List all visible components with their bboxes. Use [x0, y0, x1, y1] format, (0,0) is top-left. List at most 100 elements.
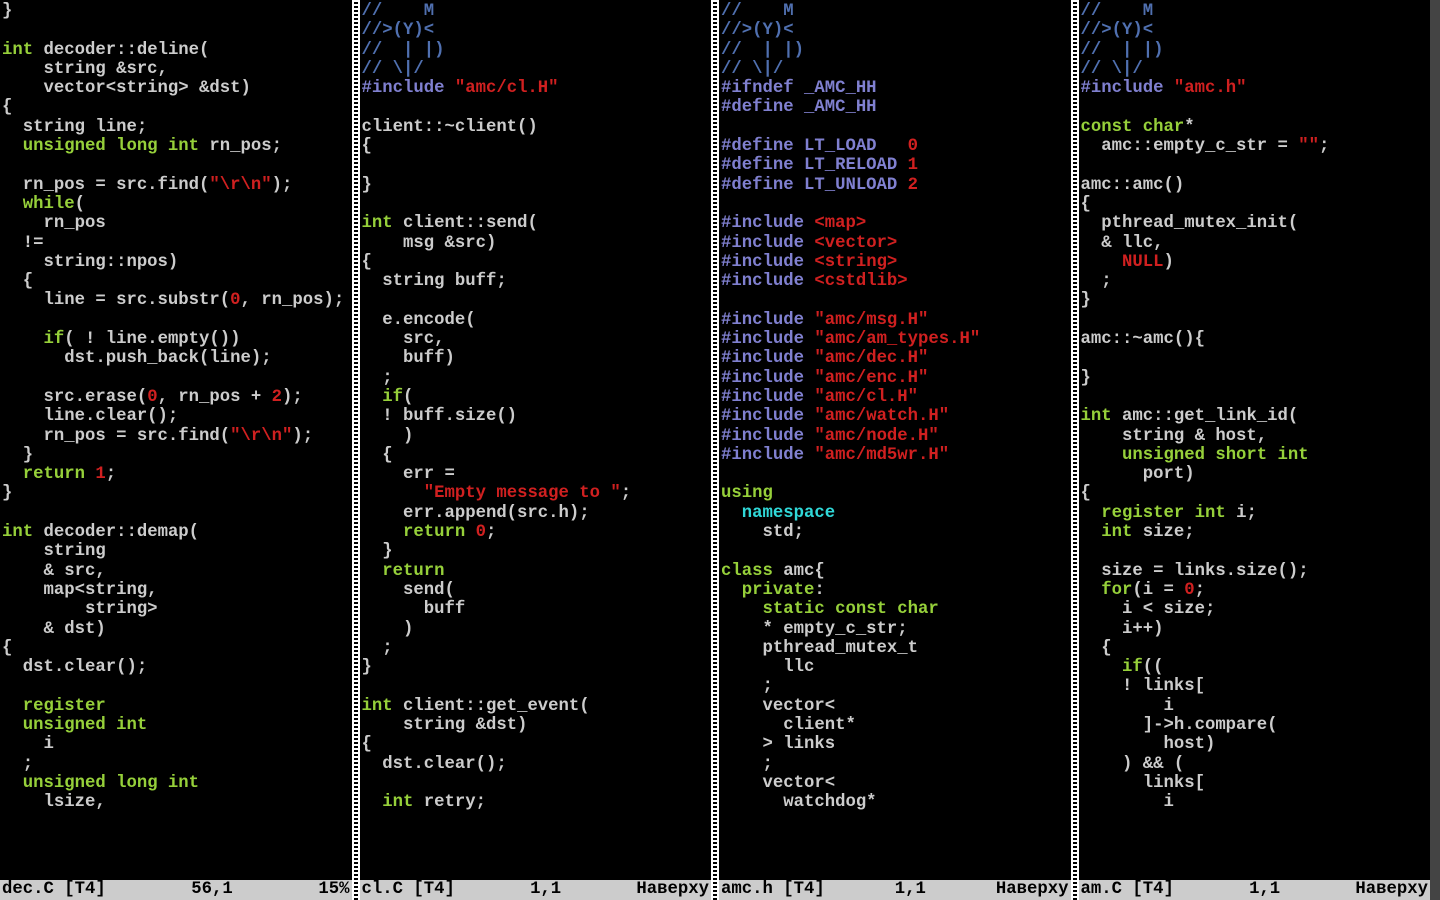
- code-line: // \|/: [721, 60, 1071, 79]
- scrollbar[interactable]: [1430, 0, 1440, 900]
- code-line: int client::get_event(: [362, 697, 712, 716]
- code-line: [721, 195, 1071, 214]
- code-line: ;: [721, 755, 1071, 774]
- code-line: [362, 195, 712, 214]
- code-line: rn_pos: [2, 214, 352, 233]
- code-line: #include "amc/enc.H": [721, 369, 1071, 388]
- vertical-split[interactable]: [1071, 0, 1079, 900]
- pane-3[interactable]: // M//>(Y)<// | |)// \|/#include "amc.h"…: [1079, 0, 1431, 900]
- code-line: amc::amc(): [1081, 176, 1431, 195]
- code-line: [362, 291, 712, 310]
- code-line: [2, 311, 352, 330]
- code-content-3: // M//>(Y)<// | |)// \|/#include "amc.h"…: [1081, 0, 1431, 812]
- vertical-split[interactable]: [352, 0, 360, 900]
- vertical-split[interactable]: [711, 0, 719, 900]
- code-line: lsize,: [2, 793, 352, 812]
- code-line: [1081, 542, 1431, 561]
- code-line: pthread_mutex_init(: [1081, 214, 1431, 233]
- code-line: send(: [362, 581, 712, 600]
- code-line: register: [2, 697, 352, 716]
- status-pct: Наверху: [636, 880, 709, 899]
- code-line: {: [1081, 639, 1431, 658]
- code-line: ;: [721, 677, 1071, 696]
- code-line: ! buff.size(): [362, 407, 712, 426]
- code-line: [1081, 311, 1431, 330]
- code-line: vector<string> &dst): [2, 79, 352, 98]
- code-line: src.erase(0, rn_pos + 2);: [2, 388, 352, 407]
- code-line: static const char: [721, 600, 1071, 619]
- code-line: #define LT_LOAD 0: [721, 137, 1071, 156]
- code-line: pthread_mutex_t: [721, 639, 1071, 658]
- code-line: // \|/: [362, 60, 712, 79]
- code-line: string &src,: [2, 60, 352, 79]
- editor-root: } int decoder::deline( string &src, vect…: [0, 0, 1440, 900]
- code-line: {: [1081, 195, 1431, 214]
- code-line: vector<: [721, 774, 1071, 793]
- code-line: return: [362, 562, 712, 581]
- code-line: int amc::get_link_id(: [1081, 407, 1431, 426]
- code-line: NULL): [1081, 253, 1431, 272]
- code-line: vector<: [721, 697, 1071, 716]
- code-line: host): [1081, 735, 1431, 754]
- status-bar-2: amc.h [T4] 1,1 Наверху: [719, 880, 1071, 900]
- code-line: #include "amc/node.H": [721, 427, 1071, 446]
- pane-0[interactable]: } int decoder::deline( string &src, vect…: [0, 0, 352, 900]
- code-line: // M: [362, 2, 712, 21]
- code-line: }: [2, 2, 352, 21]
- code-line: ;: [2, 755, 352, 774]
- code-line: ;: [362, 639, 712, 658]
- pane-1[interactable]: // M//>(Y)<// | |)// \|/#include "amc/cl…: [360, 0, 712, 900]
- code-line: src,: [362, 330, 712, 349]
- status-bar-1: cl.C [T4] 1,1 Наверху: [360, 880, 712, 900]
- code-line: {: [362, 253, 712, 272]
- code-line: }: [362, 542, 712, 561]
- code-line: #include "amc/am_types.H": [721, 330, 1071, 349]
- code-line: #include "amc.h": [1081, 79, 1431, 98]
- code-line: while(: [2, 195, 352, 214]
- code-line: err =: [362, 465, 712, 484]
- code-line: {: [362, 735, 712, 754]
- code-line: }: [2, 446, 352, 465]
- code-line: {: [1081, 484, 1431, 503]
- code-line: ]->h.compare(: [1081, 716, 1431, 735]
- code-line: unsigned int: [2, 716, 352, 735]
- status-pct: 15%: [318, 880, 349, 899]
- code-line: #include "amc/watch.H": [721, 407, 1071, 426]
- code-line: #define _AMC_HH: [721, 98, 1071, 117]
- code-line: // | |): [721, 41, 1071, 60]
- code-line: string &dst): [362, 716, 712, 735]
- code-line: line.clear();: [2, 407, 352, 426]
- code-line: #include "amc/msg.H": [721, 311, 1071, 330]
- code-line: llc: [721, 658, 1071, 677]
- status-pos: 1,1: [1174, 880, 1356, 899]
- code-line: {: [2, 272, 352, 291]
- code-content-1: // M//>(Y)<// | |)// \|/#include "amc/cl…: [362, 0, 712, 812]
- code-line: int retry;: [362, 793, 712, 812]
- code-line: namespace: [721, 504, 1071, 523]
- code-line: #include "amc/dec.H": [721, 349, 1071, 368]
- code-line: [2, 369, 352, 388]
- code-line: map<string,: [2, 581, 352, 600]
- code-line: }: [362, 658, 712, 677]
- pane-2[interactable]: // M//>(Y)<// | |)// \|/#ifndef _AMC_HH#…: [719, 0, 1071, 900]
- code-line: //>(Y)<: [362, 21, 712, 40]
- code-line: if((: [1081, 658, 1431, 677]
- code-content-0: } int decoder::deline( string &src, vect…: [2, 0, 352, 812]
- code-line: line = src.substr(0, rn_pos);: [2, 291, 352, 310]
- code-line: if( ! line.empty()): [2, 330, 352, 349]
- code-line: size = links.size();: [1081, 562, 1431, 581]
- code-line: }: [362, 176, 712, 195]
- code-line: buff: [362, 600, 712, 619]
- code-line: port): [1081, 465, 1431, 484]
- code-line: int size;: [1081, 523, 1431, 542]
- code-line: [721, 465, 1071, 484]
- code-line: // M: [1081, 2, 1431, 21]
- status-pct: Наверху: [996, 880, 1069, 899]
- code-line: return 1;: [2, 465, 352, 484]
- code-line: {: [362, 446, 712, 465]
- code-line: > links: [721, 735, 1071, 754]
- code-line: unsigned short int: [1081, 446, 1431, 465]
- code-line: if(: [362, 388, 712, 407]
- code-line: string>: [2, 600, 352, 619]
- status-file: amc.h [T4]: [721, 880, 825, 899]
